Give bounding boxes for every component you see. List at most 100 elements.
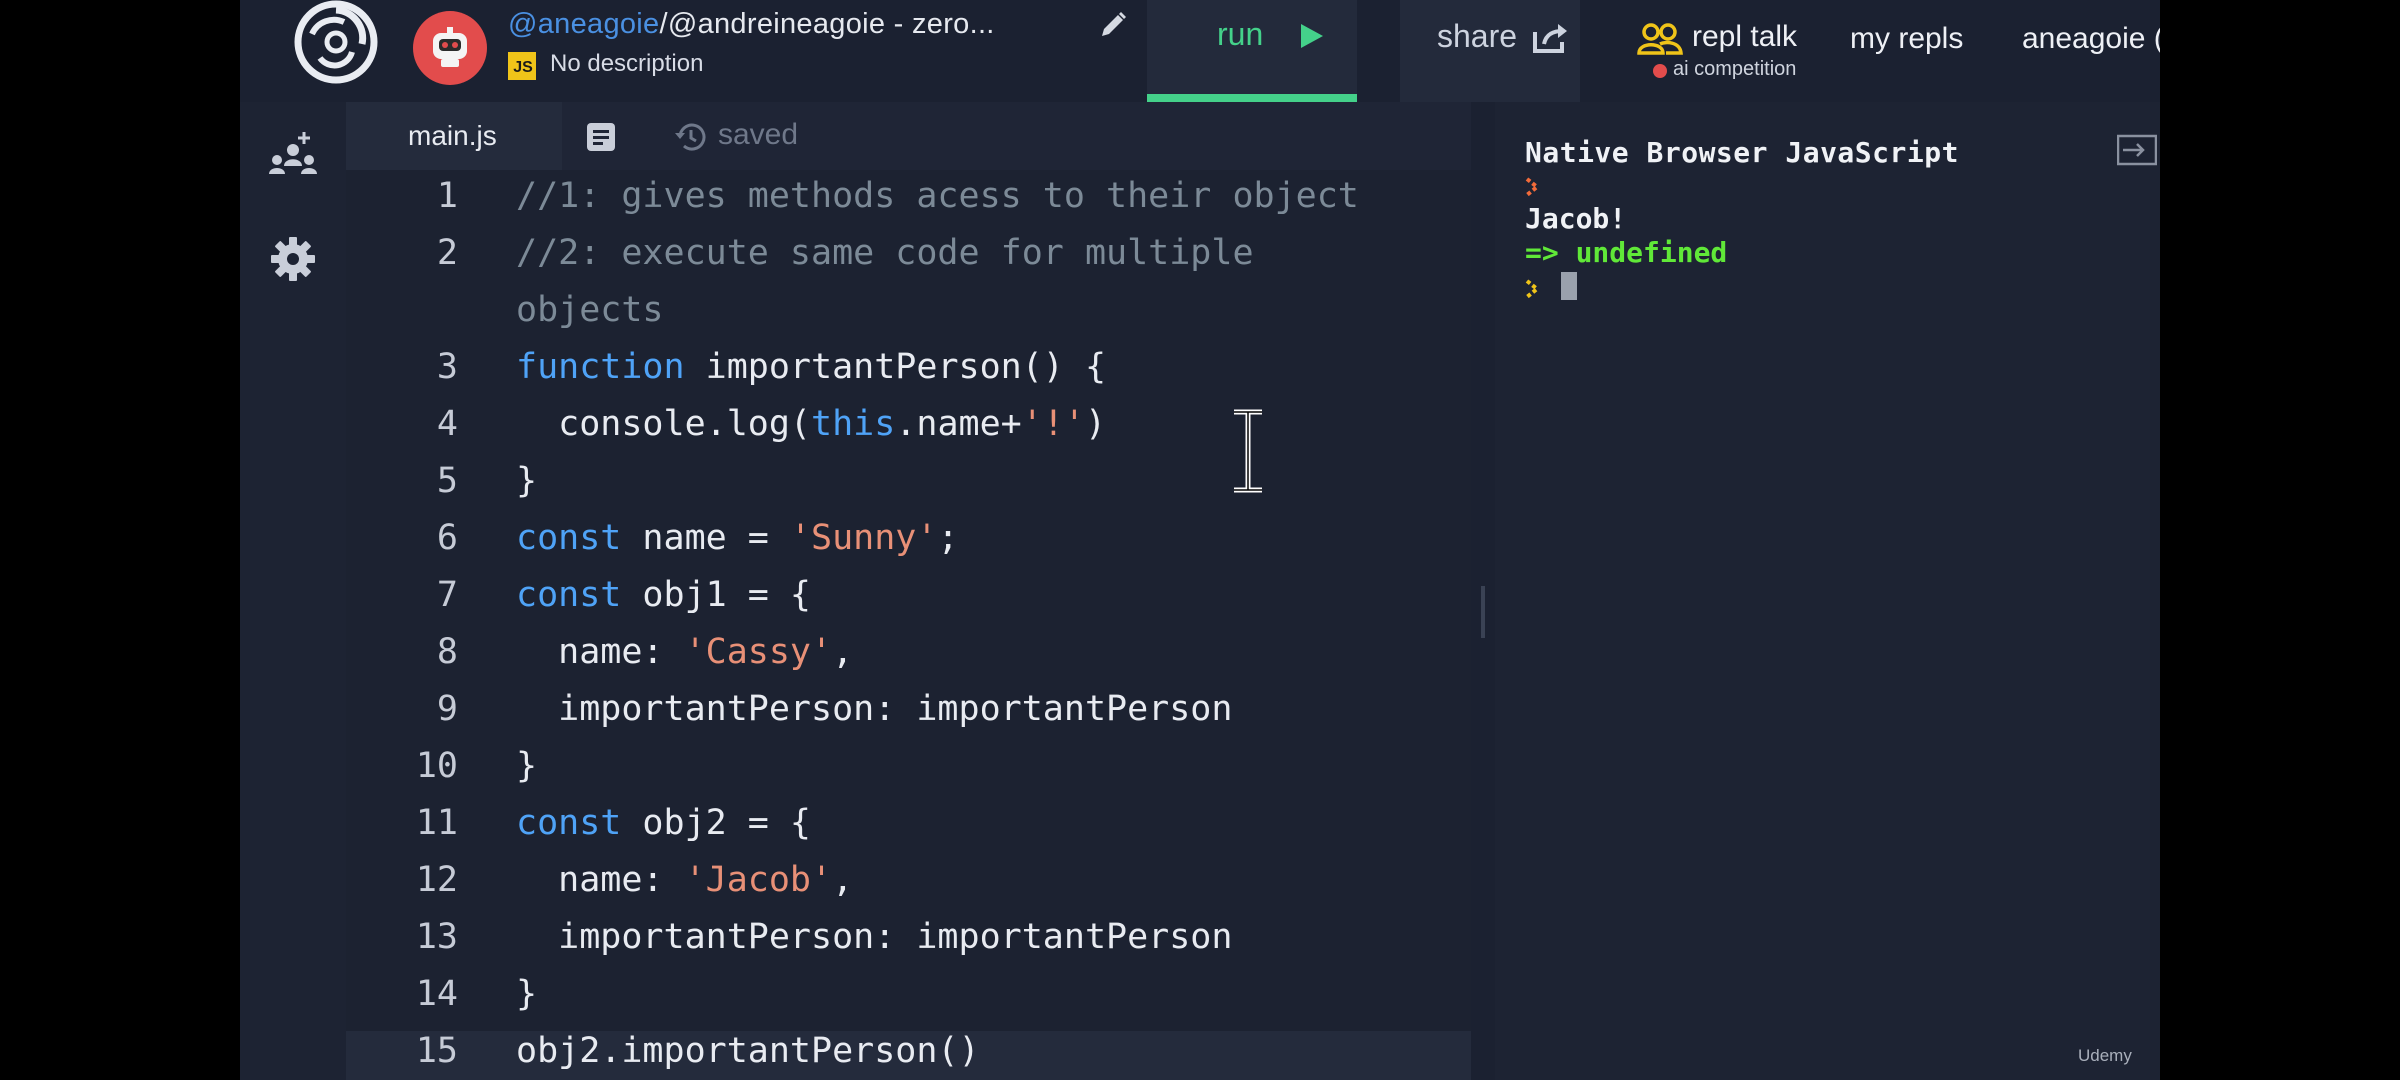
code-token: obj2 = { bbox=[621, 803, 812, 843]
code-line[interactable]: 5} bbox=[346, 461, 1471, 517]
line-number: 4 bbox=[436, 404, 458, 444]
line-number: 13 bbox=[415, 917, 458, 957]
code-token: this bbox=[811, 404, 896, 444]
code-token: //1: gives methods acess to their object bbox=[516, 176, 1359, 216]
code-editor[interactable]: 1 //1: gives methods acess to their objec… bbox=[346, 170, 1572, 1080]
code-line[interactable]: objects bbox=[346, 290, 1471, 346]
code-line[interactable]: 4 console.log(this.name+'!') bbox=[346, 404, 1471, 460]
code-line[interactable]: 15 obj2.importantPerson() bbox=[346, 1031, 1471, 1080]
pencil-icon[interactable] bbox=[1098, 10, 1128, 45]
repl-avatar-icon[interactable] bbox=[413, 11, 487, 85]
tab-main-js[interactable]: main.js bbox=[346, 102, 562, 170]
code-text: } bbox=[516, 461, 537, 501]
code-text: name: 'Cassy', bbox=[516, 632, 853, 672]
code-line[interactable]: 13 importantPerson: importantPerson bbox=[346, 917, 1471, 973]
code-text: //1: gives methods acess to their object bbox=[516, 176, 1359, 216]
code-token: objects bbox=[516, 290, 664, 330]
run-button[interactable]: run bbox=[1147, 0, 1357, 102]
splitter-handle[interactable] bbox=[1481, 586, 1485, 638]
code-token: ) bbox=[1084, 404, 1107, 444]
console-pane[interactable]: Native Browser JavaScript Jacob! => unde… bbox=[1495, 102, 2160, 1080]
run-label: run bbox=[1217, 16, 1264, 52]
code-line[interactable]: 9 importantPerson: importantPerson bbox=[346, 689, 1471, 745]
line-number: 14 bbox=[415, 974, 458, 1014]
code-token: 'Cassy' bbox=[684, 632, 833, 672]
code-text: importantPerson: importantPerson bbox=[516, 689, 1232, 729]
users-icon[interactable] bbox=[1636, 22, 1684, 61]
prompt-icon bbox=[1525, 274, 1541, 307]
code-token: function bbox=[516, 347, 685, 387]
repl-logo-icon[interactable] bbox=[292, 0, 380, 86]
pane-splitter[interactable] bbox=[1471, 102, 1495, 1080]
code-line[interactable]: 14} bbox=[346, 974, 1471, 1030]
repl-title[interactable]: @aneagoie/@andreineagoie - zero... bbox=[508, 8, 995, 41]
code-text: const name = 'Sunny'; bbox=[516, 518, 959, 558]
console-output: Jacob! bbox=[1525, 202, 1627, 235]
collapse-panel-icon[interactable] bbox=[2116, 134, 2158, 173]
gear-icon[interactable] bbox=[270, 236, 316, 287]
save-status: saved bbox=[718, 118, 799, 151]
code-token: '!' bbox=[1021, 404, 1085, 444]
line-number: 7 bbox=[436, 575, 458, 615]
text-cursor-icon bbox=[1228, 408, 1268, 499]
line-number: 6 bbox=[436, 518, 458, 558]
code-text: } bbox=[516, 974, 537, 1014]
code-line[interactable]: 2 //2: execute same code for multiple bbox=[346, 233, 1471, 289]
top-header: @aneagoie/@andreineagoie - zero... JS No… bbox=[240, 0, 2160, 102]
my-repls-link[interactable]: my repls bbox=[1850, 22, 1963, 56]
console-input-caret[interactable] bbox=[1561, 272, 1577, 300]
code-line[interactable]: 12 name: 'Jacob', bbox=[346, 860, 1471, 916]
prompt-icon bbox=[1525, 172, 1541, 205]
code-token: importantPerson() { bbox=[684, 347, 1107, 387]
code-token: importantPerson: importantPerson bbox=[516, 917, 1233, 957]
code-line[interactable]: 6 const name = 'Sunny'; bbox=[346, 518, 1471, 574]
code-line[interactable]: 8 name: 'Cassy', bbox=[346, 632, 1471, 688]
repl-name: /@andreineagoie - zero... bbox=[659, 8, 995, 40]
file-icon[interactable] bbox=[586, 122, 616, 157]
editor-tab-bar: main.js saved bbox=[346, 102, 1471, 170]
repl-talk-link[interactable]: repl talk bbox=[1692, 20, 1797, 54]
line-number: 2 bbox=[436, 233, 458, 273]
ai-competition-link[interactable]: ai competition bbox=[1673, 58, 1796, 81]
code-line[interactable]: 3 function importantPerson() { bbox=[346, 347, 1471, 403]
console-title: Native Browser JavaScript bbox=[1525, 136, 1959, 169]
line-number: 1 bbox=[436, 176, 458, 216]
code-token: } bbox=[516, 461, 538, 501]
line-number: 15 bbox=[415, 1031, 458, 1071]
line-number: 11 bbox=[415, 803, 458, 843]
console-result: => undefined bbox=[1525, 236, 1728, 269]
code-token: name: bbox=[516, 860, 685, 900]
udemy-watermark: Udemy bbox=[2078, 1046, 2132, 1065]
repl-app: @aneagoie/@andreineagoie - zero... JS No… bbox=[240, 0, 2160, 1080]
code-token: .name+ bbox=[895, 404, 1022, 444]
code-line[interactable]: 10} bbox=[346, 746, 1471, 802]
user-menu[interactable]: aneagoie ( bbox=[2022, 22, 2160, 56]
code-text: obj2.importantPerson() bbox=[516, 1031, 980, 1071]
left-sidebar bbox=[240, 102, 346, 1080]
code-text: objects bbox=[516, 290, 664, 330]
code-token: 'Jacob' bbox=[684, 860, 833, 900]
line-number: 9 bbox=[436, 689, 458, 729]
repl-description[interactable]: No description bbox=[550, 50, 703, 78]
code-token: const bbox=[516, 518, 622, 558]
code-token: console.log( bbox=[516, 404, 812, 444]
code-line[interactable]: 1 //1: gives methods acess to their objec… bbox=[346, 176, 1471, 232]
line-number: 12 bbox=[415, 860, 458, 900]
add-user-icon[interactable] bbox=[268, 130, 318, 185]
line-number: 3 bbox=[436, 347, 458, 387]
code-token: name = bbox=[621, 518, 790, 558]
run-tab-underline bbox=[1147, 94, 1357, 102]
code-token: 'Sunny' bbox=[789, 518, 938, 558]
share-icon bbox=[1532, 22, 1570, 59]
code-token: } bbox=[516, 746, 538, 786]
code-text: name: 'Jacob', bbox=[516, 860, 853, 900]
share-button[interactable]: share bbox=[1400, 0, 1580, 102]
line-number: 5 bbox=[436, 461, 458, 501]
repl-owner-link[interactable]: @aneagoie bbox=[508, 8, 659, 40]
code-token: , bbox=[832, 632, 854, 672]
code-line[interactable]: 7 const obj1 = { bbox=[346, 575, 1471, 631]
history-icon bbox=[674, 120, 708, 159]
tab-label: main.js bbox=[408, 120, 497, 151]
code-line[interactable]: 11 const obj2 = { bbox=[346, 803, 1471, 859]
code-token: importantPerson: importantPerson bbox=[516, 689, 1233, 729]
